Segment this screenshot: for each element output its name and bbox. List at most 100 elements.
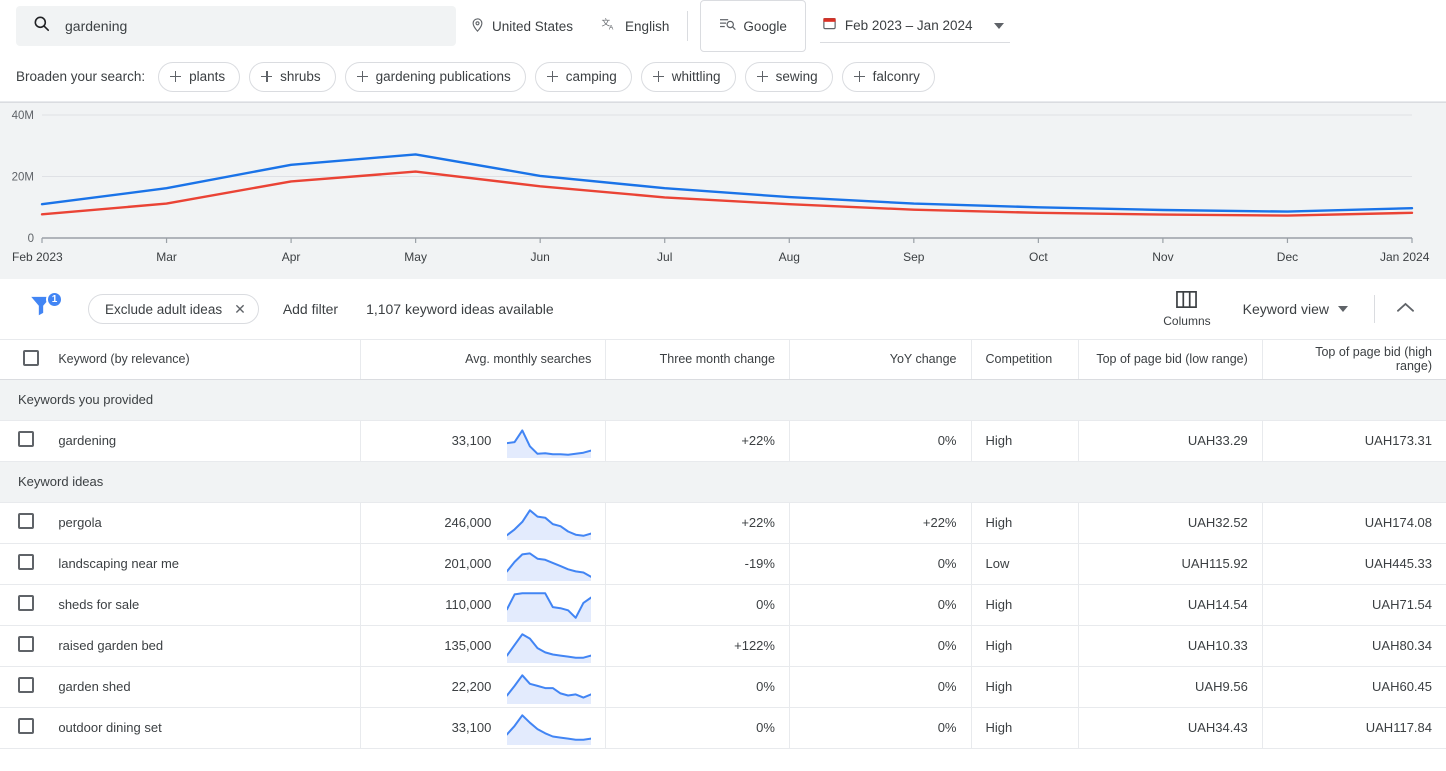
active-filter-chip[interactable]: Exclude adult ideas ✕	[88, 294, 259, 324]
cell-three-month-change: +122%	[605, 625, 790, 667]
cell-yoy-change: 0%	[788, 420, 971, 462]
sparkline	[507, 591, 592, 622]
cell-bid-low: UAH33.29	[1078, 420, 1263, 462]
row-checkbox-cell[interactable]	[0, 502, 45, 544]
cell-competition: High	[970, 707, 1079, 749]
row-checkbox-cell[interactable]	[0, 666, 45, 708]
svg-text:Mar: Mar	[156, 250, 177, 264]
row-checkbox[interactable]	[18, 718, 34, 734]
select-all-checkbox-cell[interactable]	[0, 340, 45, 380]
plus-icon	[853, 71, 865, 82]
row-checkbox[interactable]	[18, 513, 34, 529]
avg-monthly-searches-value: 135,000	[444, 638, 492, 653]
cell-bid-high: UAH80.34	[1261, 625, 1446, 667]
sparkline	[507, 632, 592, 663]
table-row[interactable]: raised garden bed 135,000 +122% 0% High UAH10…	[0, 625, 1446, 667]
network-label: Google	[743, 18, 787, 34]
select-all-checkbox[interactable]	[23, 349, 40, 366]
table-row[interactable]: garden shed 22,200 0% 0% High UAH9.56 UAH60.45	[0, 666, 1446, 708]
cell-bid-high: UAH71.54	[1261, 584, 1446, 626]
table-row[interactable]: sheds for sale 110,000 0% 0% High UAH14.54 UAH…	[0, 584, 1446, 626]
cell-three-month-change: 0%	[605, 666, 790, 708]
table-header-row: Keyword (by relevance) Avg. monthly sear…	[0, 340, 1446, 380]
row-checkbox[interactable]	[18, 554, 34, 570]
columns-button[interactable]: Columns	[1149, 290, 1224, 328]
chevron-down-icon[interactable]	[993, 22, 1004, 29]
cell-avg-monthly-searches: 22,200	[360, 666, 606, 708]
row-checkbox[interactable]	[18, 636, 34, 652]
broaden-label: Broaden your search:	[16, 69, 146, 84]
language-selector[interactable]: 文 A English	[587, 6, 683, 46]
search-network-icon	[719, 17, 736, 35]
svg-text:Sep: Sep	[903, 250, 925, 264]
cell-three-month-change: 0%	[605, 584, 790, 626]
row-checkbox[interactable]	[18, 595, 34, 611]
table-row[interactable]: pergola 246,000 +22% +22% High UAH32.52 UAH174…	[0, 502, 1446, 544]
column-header-bid-low[interactable]: Top of page bid (low range)	[1078, 340, 1263, 380]
add-filter-button[interactable]: Add filter	[283, 301, 338, 317]
svg-text:40M: 40M	[12, 110, 34, 122]
collapse-chart-button[interactable]	[1381, 300, 1430, 318]
sparkline	[507, 673, 592, 704]
table-group-label: Keywords you provided	[0, 379, 1446, 421]
cell-yoy-change: +22%	[788, 502, 971, 544]
row-checkbox[interactable]	[18, 431, 34, 447]
broaden-chip-whittling[interactable]: whittling	[640, 61, 736, 92]
sparkline	[507, 428, 592, 458]
location-selector[interactable]: United States	[456, 6, 587, 46]
translate-icon: 文 A	[601, 16, 618, 36]
table-group-header-row: Keyword ideas	[0, 461, 1446, 503]
cell-yoy-change: 0%	[788, 707, 971, 749]
cell-bid-low: UAH32.52	[1078, 502, 1263, 544]
sparkline	[507, 713, 592, 745]
column-header-three-month-change[interactable]: Three month change	[605, 340, 790, 380]
cell-avg-monthly-searches: 135,000	[360, 625, 606, 667]
row-checkbox[interactable]	[18, 677, 34, 693]
broaden-chip-falconry[interactable]: falconry	[841, 61, 935, 92]
cell-keyword: landscaping near me	[44, 543, 361, 585]
close-icon[interactable]: ✕	[234, 302, 246, 316]
row-checkbox-cell[interactable]	[0, 543, 45, 585]
search-volume-trend-chart: 0 20M 40M Feb 2023 Mar Apr May Jun Jul Aug Sep Oct N…	[0, 102, 1446, 279]
broaden-chip-camping[interactable]: camping	[534, 61, 632, 92]
filter-icon[interactable]: 1	[28, 291, 63, 326]
cell-yoy-change: 0%	[788, 666, 971, 708]
broaden-chip-label: gardening publications	[375, 69, 511, 84]
keyword-view-selector[interactable]: Keyword view	[1225, 301, 1368, 317]
column-header-competition[interactable]: Competition	[970, 340, 1079, 380]
date-range-selector[interactable]: Feb 2023 – Jan 2024	[819, 9, 1010, 43]
row-checkbox-cell[interactable]	[0, 707, 45, 749]
table-group-label: Keyword ideas	[0, 461, 1446, 503]
cell-yoy-change: 0%	[788, 543, 971, 585]
svg-text:Apr: Apr	[282, 250, 301, 264]
broaden-chip-label: sewing	[775, 69, 818, 84]
table-row[interactable]: gardening 33,100 +22% 0% High UAH33.29 UAH173.…	[0, 420, 1446, 462]
broaden-chip-sewing[interactable]: sewing	[744, 61, 833, 92]
cell-competition: Low	[970, 543, 1079, 585]
cell-bid-low: UAH10.33	[1078, 625, 1263, 667]
column-header-bid-high[interactable]: Top of page bid (high range)	[1261, 340, 1446, 380]
network-selector[interactable]: Google	[700, 0, 806, 52]
broaden-chip-shrubs[interactable]: shrubs	[249, 61, 336, 92]
cell-avg-monthly-searches: 33,100	[360, 420, 606, 462]
results-toolbar: 1 Exclude adult ideas ✕ Add filter 1,107…	[0, 279, 1446, 340]
filter-count-badge: 1	[46, 291, 63, 308]
location-pin-icon	[470, 17, 485, 36]
cell-competition: High	[970, 625, 1079, 667]
broaden-chip-gardening-publications[interactable]: gardening publications	[344, 61, 526, 92]
cell-keyword: pergola	[44, 502, 361, 544]
table-row[interactable]: outdoor dining set 33,100 0% 0% High UAH34.43…	[0, 707, 1446, 749]
svg-text:May: May	[404, 250, 427, 264]
cell-bid-low: UAH14.54	[1078, 584, 1263, 626]
row-checkbox-cell[interactable]	[0, 420, 45, 462]
broaden-chip-plants[interactable]: plants	[158, 61, 241, 92]
search-input[interactable]: gardening	[16, 6, 456, 46]
top-search-bar: gardening United States 文 A English Goog…	[0, 0, 1446, 52]
table-row[interactable]: landscaping near me 201,000 -19% 0% Low UAH11…	[0, 543, 1446, 585]
column-header-avg-monthly-searches[interactable]: Avg. monthly searches	[360, 340, 606, 380]
row-checkbox-cell[interactable]	[0, 584, 45, 626]
column-header-yoy-change[interactable]: YoY change	[788, 340, 971, 380]
cell-bid-low: UAH34.43	[1078, 707, 1263, 749]
column-header-keyword[interactable]: Keyword (by relevance)	[44, 340, 361, 380]
row-checkbox-cell[interactable]	[0, 625, 45, 667]
